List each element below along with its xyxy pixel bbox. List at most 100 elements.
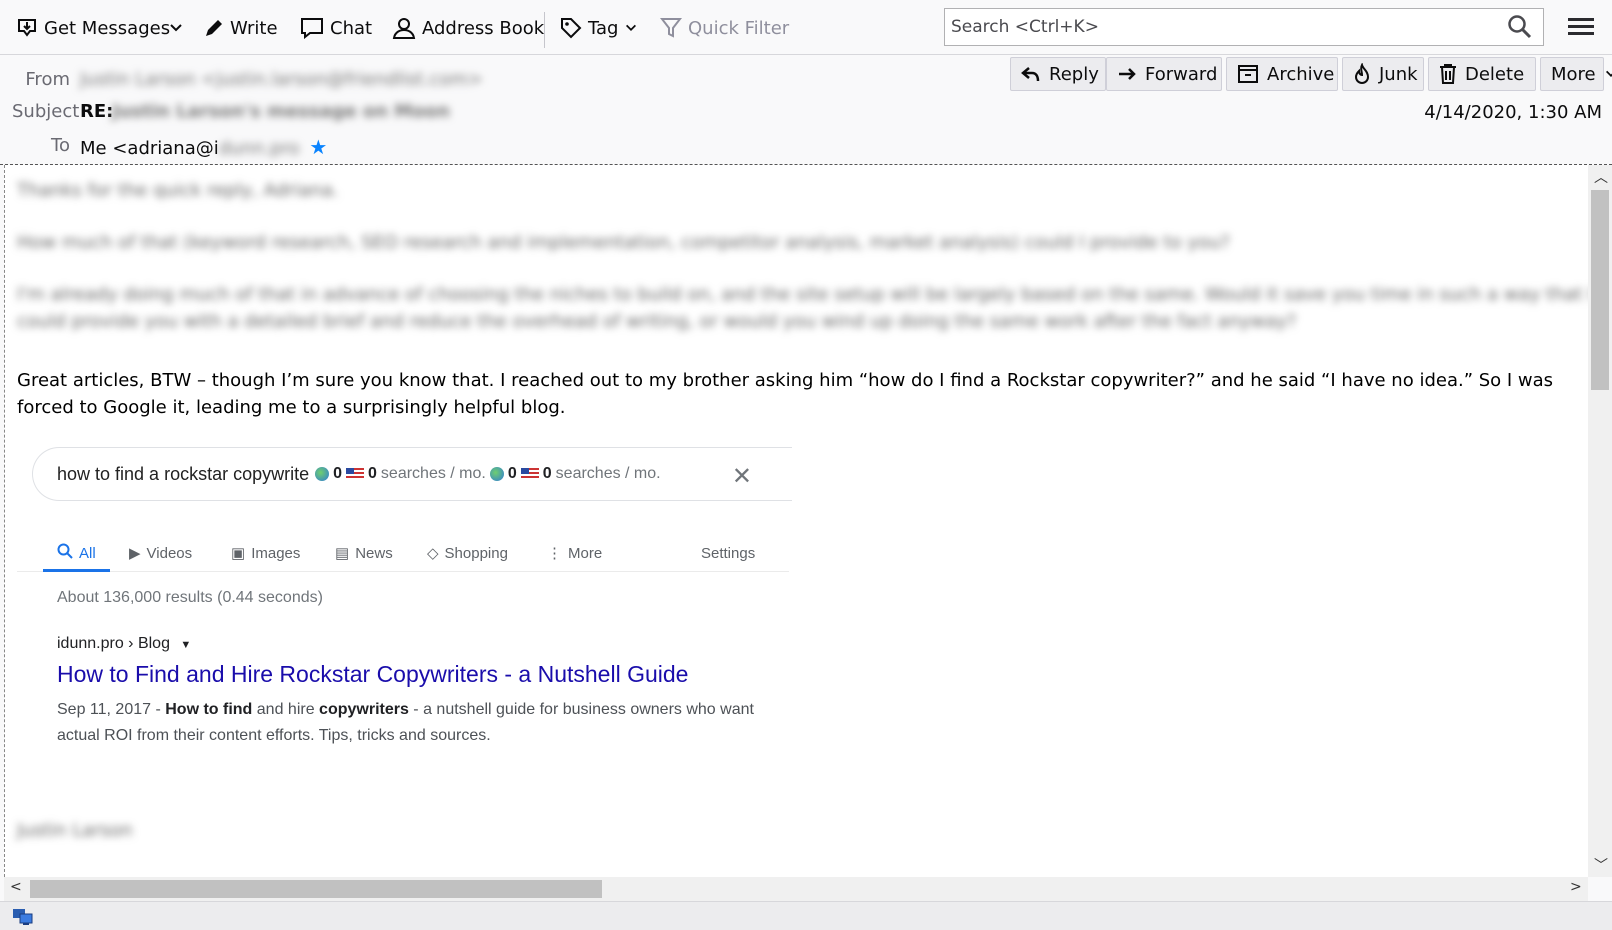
kw-count-4: 0 (542, 465, 552, 482)
status-bar (0, 901, 1612, 930)
chevron-up-icon[interactable]: ︿ (1594, 167, 1608, 187)
to-address: Me <adriana@i (80, 138, 219, 159)
google-tab-images-label: Images (251, 544, 301, 562)
message-header: From Justin Larson <justin.larson@friend… (0, 55, 1612, 165)
snippet-date: Sep 11, 2017 - (57, 701, 166, 718)
google-tab-more: ⋮ More (547, 537, 602, 569)
horizontal-scrollbar[interactable]: < > (4, 877, 1588, 901)
reply-label: Reply (1049, 63, 1099, 85)
google-query: how to find a rockstar copywrite (57, 463, 310, 484)
chevron-left-icon[interactable]: < (10, 879, 22, 895)
to-address-blurred: dunn.pro (218, 138, 300, 159)
chevron-right-icon[interactable]: > (1570, 879, 1582, 895)
toolbar-separator (544, 12, 545, 48)
main-toolbar: Get Messages Write Chat Address Book Tag (0, 0, 1612, 55)
delete-button[interactable]: Delete (1428, 57, 1536, 91)
vertical-scroll-thumb[interactable] (1591, 190, 1609, 390)
body-line-4: could provide you with a detailed brief … (17, 311, 1297, 332)
search-input[interactable] (945, 10, 1507, 44)
chat-button[interactable]: Chat (300, 12, 372, 44)
pencil-icon (204, 18, 224, 38)
junk-button[interactable]: Junk (1342, 57, 1424, 91)
google-tab-settings: Settings (701, 537, 755, 569)
tag-label: Tag (588, 17, 619, 39)
snippet-text-1: and hire (252, 701, 320, 718)
google-breadcrumb-text: idunn.pro › Blog (57, 635, 170, 652)
google-result-snippet: Sep 11, 2017 - How to find and hire copy… (57, 697, 757, 749)
from-label: From (25, 69, 70, 90)
google-tab-settings-label: Settings (701, 544, 756, 562)
kw-count-2: 0 (368, 465, 377, 482)
play-icon: ▶ (129, 545, 141, 562)
globe-icon (489, 467, 504, 481)
google-breadcrumb: idunn.pro › Blog ▼ (57, 635, 191, 653)
snippet-bold-1: How to find (165, 701, 253, 718)
tag-icon (560, 17, 582, 39)
quick-filter-button[interactable]: Quick Filter (660, 12, 789, 44)
google-search-screenshot: how to find a rockstar copywrite 0 0 sea… (17, 447, 792, 807)
vertical-scrollbar[interactable]: ︿ ﹀ (1588, 165, 1612, 877)
address-book-label: Address Book (422, 17, 545, 39)
from-value[interactable]: Justin Larson <justin.larson@friendlist.… (80, 69, 483, 90)
reply-arrow-icon (1021, 64, 1041, 84)
star-icon[interactable]: ★ (309, 135, 327, 159)
trash-icon (1439, 63, 1457, 85)
chevron-down-icon (168, 20, 184, 36)
hamburger-icon (1568, 18, 1594, 21)
quick-filter-label: Quick Filter (688, 17, 790, 39)
us-flag-icon (346, 468, 365, 480)
google-tab-more-label: More (568, 544, 603, 562)
address-book-button[interactable]: Address Book (392, 12, 544, 44)
caret-down-icon: ▼ (180, 639, 192, 651)
forward-label: Forward (1145, 63, 1218, 85)
get-messages-button[interactable]: Get Messages (16, 12, 170, 44)
tag-button[interactable]: Tag (560, 12, 638, 44)
more-button[interactable]: More (1540, 57, 1612, 91)
chevron-down-icon[interactable]: ﹀ (1594, 855, 1608, 875)
message-body: Thanks for the quick reply, Adriana. How… (4, 165, 1589, 877)
google-tab-images: ▣ Images (231, 537, 300, 569)
online-status-icon[interactable] (12, 908, 34, 926)
write-button[interactable]: Write (204, 12, 278, 44)
snippet-bold-2: copywriters (319, 701, 409, 718)
search-icon (57, 543, 73, 563)
write-label: Write (230, 17, 278, 39)
forward-arrow-icon (1117, 64, 1137, 84)
globe-icon (315, 467, 330, 481)
google-tab-news-label: News (355, 544, 393, 562)
delete-label: Delete (1465, 63, 1525, 85)
vertical-dots-icon: ⋮ (547, 545, 562, 562)
google-tab-videos-label: Videos (146, 544, 193, 562)
google-tab-news: ▤ News (335, 537, 393, 569)
to-value[interactable]: Me <adriana@idunn.pro ★ (80, 135, 327, 159)
forward-button[interactable]: Forward (1106, 57, 1222, 91)
google-tab-shopping: ◇ Shopping (427, 537, 508, 569)
filter-icon (660, 17, 682, 39)
get-messages-dropdown[interactable] (168, 12, 184, 44)
news-icon: ▤ (335, 545, 350, 562)
us-flag-icon (520, 468, 539, 480)
search-icon[interactable] (1507, 14, 1533, 40)
flame-icon (1353, 63, 1371, 85)
kw-count-1: 0 (333, 465, 343, 482)
google-search-bar: how to find a rockstar copywrite 0 0 sea… (32, 447, 792, 501)
get-messages-label: Get Messages (44, 17, 171, 39)
google-tab-shopping-label: Shopping (444, 544, 508, 562)
kw-count-3: 0 (507, 465, 517, 482)
chevron-down-icon (1604, 67, 1612, 81)
archive-button[interactable]: Archive (1226, 57, 1338, 91)
close-icon: ✕ (731, 463, 752, 490)
keyword-stats: 0 0 searches / mo. 0 0 searches / mo. (315, 465, 661, 483)
to-label: To (51, 135, 70, 156)
google-tabs: All ▶ Videos ▣ Images ▤ News ◇ Shopping … (17, 537, 789, 572)
subject-prefix: RE: (80, 101, 114, 122)
google-tab-all-label: All (79, 544, 96, 562)
app-menu-button[interactable] (1566, 14, 1596, 42)
reply-button[interactable]: Reply (1010, 57, 1106, 91)
chat-label: Chat (330, 17, 373, 39)
image-icon: ▣ (231, 545, 246, 562)
google-tab-all: All (43, 537, 110, 572)
body-line-1: Thanks for the quick reply, Adriana. (17, 180, 339, 201)
horizontal-scroll-thumb[interactable] (30, 880, 602, 898)
more-label: More (1551, 63, 1596, 85)
